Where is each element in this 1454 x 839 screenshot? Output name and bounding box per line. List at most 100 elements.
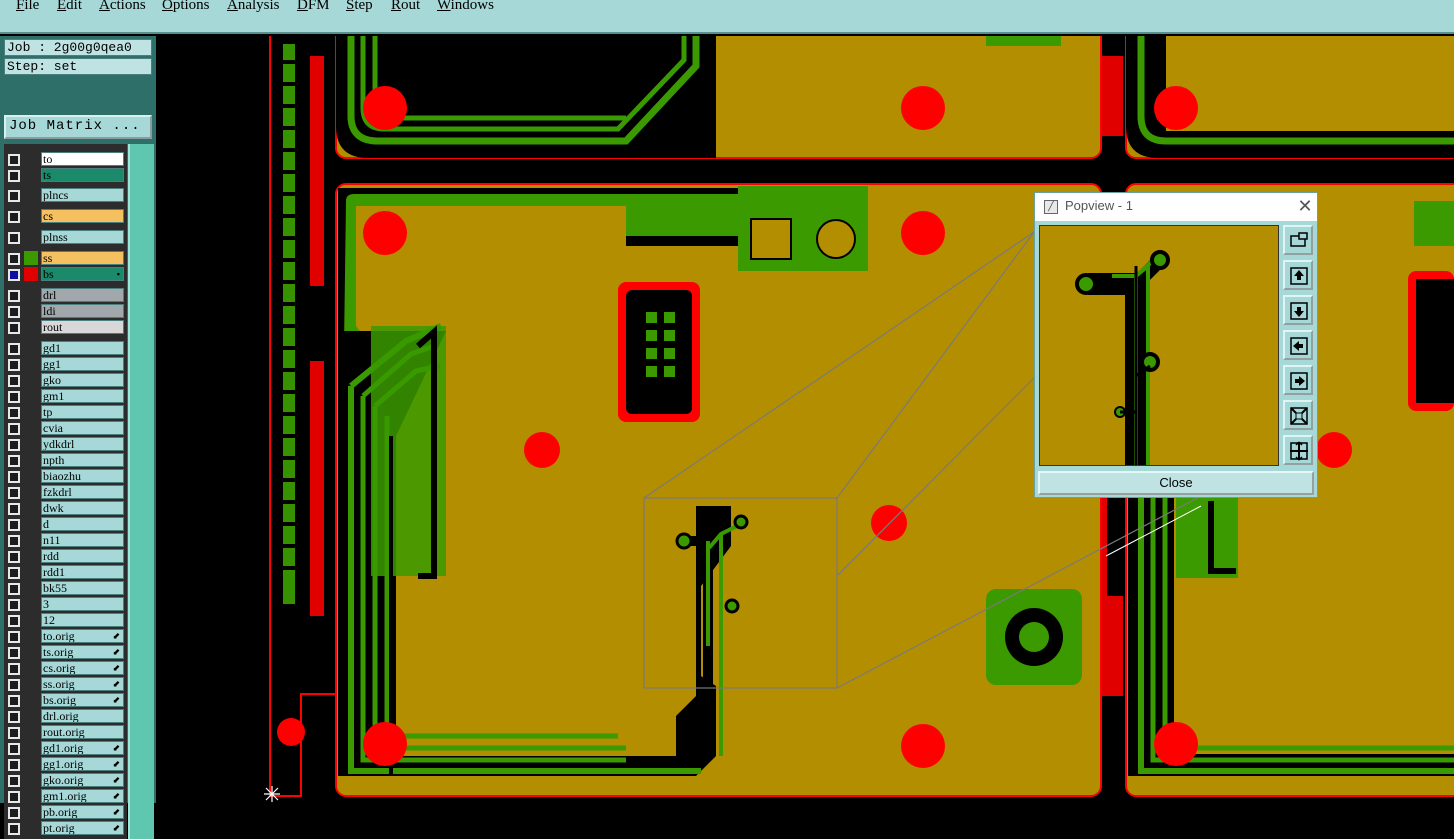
layer-name[interactable]: cs: [41, 209, 124, 223]
layer-row-pt-orig[interactable]: pt.orig ⬋: [4, 821, 127, 835]
layer-row-gko-orig[interactable]: gko.orig ⬋: [4, 773, 127, 787]
layer-row-gd1[interactable]: gd1: [4, 341, 127, 355]
layer-name[interactable]: pb.orig ⬋: [41, 805, 124, 819]
layer-checkbox[interactable]: [8, 615, 20, 627]
layer-row-ts[interactable]: ts: [4, 168, 127, 182]
layer-row-gm1-orig[interactable]: gm1.orig ⬋: [4, 789, 127, 803]
layer-row-gg1[interactable]: gg1: [4, 357, 127, 371]
layer-checkbox[interactable]: [8, 407, 20, 419]
layer-name[interactable]: bk55: [41, 581, 124, 595]
layer-row-tp[interactable]: tp: [4, 405, 127, 419]
layer-checkbox[interactable]: [8, 170, 20, 182]
layer-row-fzkdrl[interactable]: fzkdrl: [4, 485, 127, 499]
layer-name[interactable]: ss: [41, 251, 124, 265]
layer-checkbox[interactable]: [8, 439, 20, 451]
layer-name[interactable]: bs.orig ⬋: [41, 693, 124, 707]
layer-row-12[interactable]: 12: [4, 613, 127, 627]
layer-row-3[interactable]: 3: [4, 597, 127, 611]
layer-checkbox[interactable]: [8, 551, 20, 563]
layer-name[interactable]: ts: [41, 168, 124, 182]
layer-name[interactable]: plnss: [41, 230, 124, 244]
layer-row-rdd[interactable]: rdd: [4, 549, 127, 563]
layer-checkbox[interactable]: [8, 535, 20, 547]
layer-checkbox[interactable]: [8, 583, 20, 595]
layer-checkbox[interactable]: [8, 487, 20, 499]
layer-checkbox[interactable]: [8, 711, 20, 723]
menu-step[interactable]: Step: [346, 0, 373, 14]
layer-row-ldi[interactable]: ldi: [4, 304, 127, 318]
layer-name[interactable]: 12: [41, 613, 124, 627]
layer-name[interactable]: rdd1: [41, 565, 124, 579]
layer-row-to[interactable]: to: [4, 152, 127, 166]
layer-checkbox[interactable]: [8, 823, 20, 835]
layer-row-rout-orig[interactable]: rout.orig: [4, 725, 127, 739]
layer-checkbox[interactable]: [8, 154, 20, 166]
layer-name[interactable]: gko.orig ⬋: [41, 773, 124, 787]
layer-name[interactable]: tp: [41, 405, 124, 419]
layer-name[interactable]: gm1.orig ⬋: [41, 789, 124, 803]
layer-checkbox[interactable]: [8, 647, 20, 659]
popview-zoom-view[interactable]: [1039, 225, 1279, 466]
layer-row-gko[interactable]: gko: [4, 373, 127, 387]
layer-row-ydkdrl[interactable]: ydkdrl: [4, 437, 127, 451]
layer-name[interactable]: dwk: [41, 501, 124, 515]
layer-row-ss-orig[interactable]: ss.orig ⬋: [4, 677, 127, 691]
layer-name[interactable]: biaozhu: [41, 469, 124, 483]
layer-row-cvia[interactable]: cvia: [4, 421, 127, 435]
layer-name[interactable]: bs ▪: [41, 267, 124, 281]
menu-edit[interactable]: Edit: [57, 0, 82, 14]
layer-checkbox[interactable]: [8, 211, 20, 223]
layer-name[interactable]: cvia: [41, 421, 124, 435]
layer-checkbox[interactable]: [8, 759, 20, 771]
layer-checkbox[interactable]: [8, 631, 20, 643]
layer-row-n11[interactable]: n11: [4, 533, 127, 547]
layer-name[interactable]: gd1.orig ⬋: [41, 741, 124, 755]
popview-titlebar[interactable]: ╱ Popview - 1 ✕: [1035, 193, 1317, 221]
menu-dfm[interactable]: DFM: [297, 0, 330, 14]
layer-row-biaozhu[interactable]: biaozhu: [4, 469, 127, 483]
layer-checkbox[interactable]: [8, 567, 20, 579]
layer-checkbox[interactable]: [8, 471, 20, 483]
layer-checkbox[interactable]: [8, 232, 20, 244]
layer-name[interactable]: ydkdrl: [41, 437, 124, 451]
layer-checkbox[interactable]: [8, 743, 20, 755]
layer-row-pb-orig[interactable]: pb.orig ⬋: [4, 805, 127, 819]
layer-name[interactable]: rout.orig: [41, 725, 124, 739]
layer-row-rdd1[interactable]: rdd1: [4, 565, 127, 579]
layer-row-bs[interactable]: bs ▪: [4, 267, 127, 281]
layer-checkbox[interactable]: [8, 423, 20, 435]
layer-checkbox[interactable]: [8, 727, 20, 739]
menu-rout[interactable]: Rout: [391, 0, 420, 14]
layer-row-cs[interactable]: cs: [4, 209, 127, 223]
layer-name[interactable]: fzkdrl: [41, 485, 124, 499]
popview-zoom-out-button[interactable]: [1283, 400, 1313, 430]
layer-checkbox[interactable]: [8, 455, 20, 467]
layer-name[interactable]: n11: [41, 533, 124, 547]
layer-checkbox[interactable]: [8, 519, 20, 531]
layer-name[interactable]: plncs: [41, 188, 124, 202]
popview-window[interactable]: ╱ Popview - 1 ✕ Close: [1034, 192, 1318, 498]
layer-row-gg1-orig[interactable]: gg1.orig ⬋: [4, 757, 127, 771]
layer-name[interactable]: ldi: [41, 304, 124, 318]
popview-pan-up-button[interactable]: [1283, 260, 1313, 290]
layer-list-scrollbar[interactable]: [128, 144, 154, 839]
layer-checkbox[interactable]: [8, 343, 20, 355]
layer-row-drl[interactable]: drl: [4, 288, 127, 302]
layer-checkbox[interactable]: [8, 503, 20, 515]
layer-name[interactable]: gd1: [41, 341, 124, 355]
popview-pan-down-button[interactable]: [1283, 295, 1313, 325]
popview-close-button[interactable]: Close: [1038, 471, 1314, 495]
layer-name[interactable]: to: [41, 152, 124, 166]
layer-checkbox[interactable]: [8, 269, 20, 281]
layer-checkbox[interactable]: [8, 359, 20, 371]
layer-row-gd1-orig[interactable]: gd1.orig ⬋: [4, 741, 127, 755]
layer-name[interactable]: gg1: [41, 357, 124, 371]
layer-checkbox[interactable]: [8, 322, 20, 334]
layer-name[interactable]: pt.orig ⬋: [41, 821, 124, 835]
layer-name[interactable]: 3: [41, 597, 124, 611]
layer-checkbox[interactable]: [8, 253, 20, 265]
layer-name[interactable]: rout: [41, 320, 124, 334]
layer-name[interactable]: rdd: [41, 549, 124, 563]
layer-checkbox[interactable]: [8, 695, 20, 707]
layer-row-rout[interactable]: rout: [4, 320, 127, 334]
